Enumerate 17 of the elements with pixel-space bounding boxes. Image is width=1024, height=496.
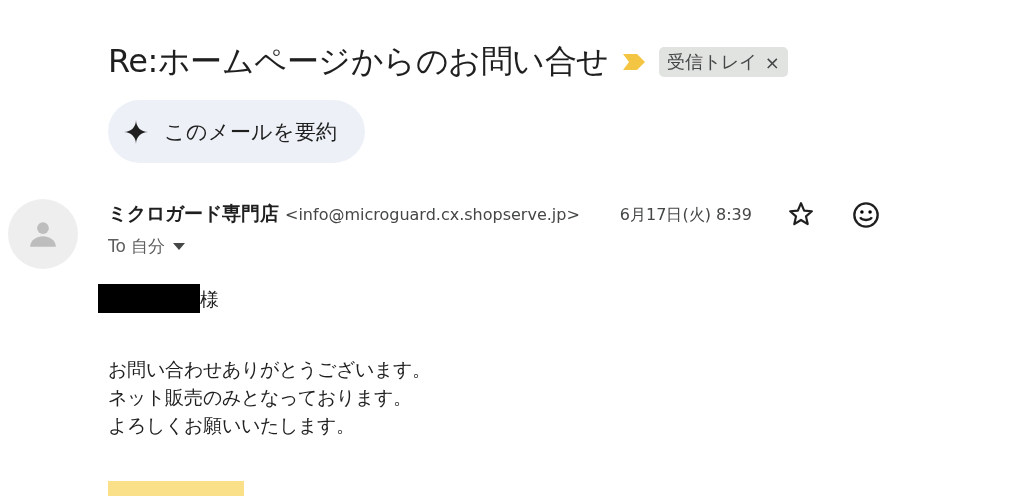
email-subject: Re:ホームページからのお問い合せ — [108, 41, 609, 82]
caret-icon — [173, 243, 186, 250]
label-text: 受信トレイ — [666, 50, 757, 74]
sender-email: <info@microguard.cx.shopserve.jp> — [285, 205, 580, 224]
salutation: 様 — [200, 286, 219, 312]
body-text: お問い合わせありがとうございます。 — [108, 357, 432, 382]
body-text: よろしくお願いいたします。 — [108, 413, 356, 438]
recipient-dropdown[interactable]: To 自分 — [108, 235, 880, 258]
person-icon — [29, 220, 57, 248]
importance-marker-icon[interactable] — [622, 54, 645, 70]
remove-label-button[interactable]: × — [764, 51, 780, 73]
email-date: 6月17日(火) 8:39 — [619, 205, 752, 226]
summarize-button[interactable]: このメールを要約 — [108, 100, 365, 163]
emoji-icon[interactable] — [851, 201, 880, 229]
sender-name: ミクロガード専門店 — [108, 201, 279, 226]
body-text: ネット販売のみとなっております。 — [108, 385, 413, 410]
star-icon[interactable] — [787, 201, 814, 227]
